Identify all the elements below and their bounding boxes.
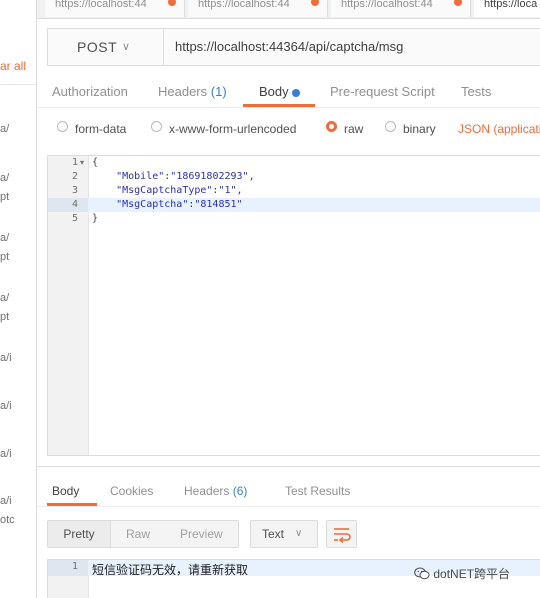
history-item-fragment[interactable]: a/: [0, 123, 9, 135]
code-line: "Mobile":"18691802293",: [116, 171, 255, 182]
request-tab-label: https://localhost:44: [55, 0, 147, 10]
history-item-fragment[interactable]: a/i: [0, 495, 12, 507]
url-bar: POST ∨ https://localhost:44364/api/captc…: [47, 28, 540, 66]
history-item-fragment[interactable]: a/i: [0, 400, 12, 412]
line-number: 4: [71, 199, 78, 210]
request-tab-strip: https://localhost:44 https://localhost:4…: [37, 0, 540, 19]
request-body-editor[interactable]: 1 ▾ 2 3 4 5 { "Mobile":"18691802293", "M…: [47, 155, 540, 456]
response-tab-headers-label: Headers: [184, 484, 230, 498]
binary-label[interactable]: binary: [403, 122, 436, 136]
fold-arrow-icon[interactable]: ▾: [80, 158, 84, 167]
view-mode-group: Pretty Raw Preview: [47, 520, 239, 548]
history-item-fragment[interactable]: otc: [0, 514, 15, 526]
request-tab-label: https://localhost:44: [198, 0, 290, 10]
response-headers-count: (6): [232, 484, 248, 498]
tab-authorization[interactable]: Authorization: [52, 84, 128, 99]
request-tab-active[interactable]: https://loca: [474, 0, 540, 17]
wechat-icon: [414, 567, 430, 580]
view-raw-button[interactable]: Raw: [126, 521, 150, 547]
request-tab-label: https://localhost:44: [341, 0, 433, 10]
watermark: dotNET跨平台: [414, 565, 510, 582]
response-format-label: Text: [262, 527, 285, 541]
request-tab-label: https://loca: [484, 0, 538, 10]
json-value: "1": [218, 185, 237, 196]
unsaved-dot-icon: [454, 0, 462, 6]
tab-divider: [37, 107, 540, 108]
url-input[interactable]: https://localhost:44364/api/captcha/msg: [175, 29, 403, 65]
history-item-fragment[interactable]: pt: [0, 251, 9, 263]
history-item-fragment[interactable]: pt: [0, 311, 9, 323]
history-item-fragment[interactable]: a/: [0, 292, 9, 304]
view-preview-button[interactable]: Preview: [180, 521, 223, 547]
content-type-select[interactable]: JSON (applicatio: [458, 122, 540, 136]
json-key: "MsgCaptchaType": [116, 185, 213, 196]
body-modified-dot-icon: [292, 89, 300, 97]
response-divider: [37, 466, 540, 467]
view-pretty-button[interactable]: Pretty: [48, 521, 111, 547]
history-item-fragment[interactable]: a/: [0, 232, 9, 244]
tab-headers-label: Headers: [158, 84, 208, 99]
history-item-fragment[interactable]: pt: [0, 191, 9, 203]
tab-headers[interactable]: Headers (1): [158, 84, 227, 99]
request-tab[interactable]: https://localhost:44: [188, 0, 328, 17]
chevron-down-icon: ∨: [122, 41, 131, 53]
response-tab-test-results[interactable]: Test Results: [285, 484, 350, 498]
history-item-fragment[interactable]: a/: [0, 172, 9, 184]
response-format-select[interactable]: Text ∨: [250, 520, 318, 548]
chevron-down-icon: ∨: [295, 528, 303, 539]
line-number: 1: [71, 157, 78, 168]
raw-radio[interactable]: [326, 121, 337, 132]
binary-radio[interactable]: [385, 121, 396, 132]
response-text: 短信验证码无效，请重新获取: [92, 563, 249, 577]
tab-body[interactable]: Body: [259, 84, 289, 99]
json-value: "814851": [194, 199, 243, 210]
method-select[interactable]: POST ∨: [48, 29, 164, 65]
wrap-lines-icon: [334, 528, 351, 544]
history-item-fragment[interactable]: a/i: [0, 352, 12, 364]
json-value: "18691802293": [170, 171, 249, 182]
json-key: "MsgCaptcha": [116, 199, 189, 210]
response-tab-divider: [37, 506, 540, 507]
headers-count: (1): [210, 84, 227, 99]
request-tab[interactable]: https://localhost:44: [331, 0, 471, 17]
line-number: 2: [71, 171, 78, 182]
wrap-lines-button[interactable]: [326, 520, 357, 548]
unsaved-dot-icon: [311, 0, 319, 6]
clear-all-link[interactable]: ar all: [0, 59, 26, 73]
request-tab[interactable]: https://localhost:44: [45, 0, 185, 17]
response-tab-body[interactable]: Body: [52, 484, 79, 498]
history-item-fragment[interactable]: a/i: [0, 448, 12, 460]
urlencoded-label[interactable]: x-www-form-urlencoded: [169, 122, 296, 136]
unsaved-dot-icon: [168, 0, 176, 6]
raw-label[interactable]: raw: [344, 122, 363, 136]
code-line: "MsgCaptcha":"814851": [116, 199, 243, 210]
line-number: 3: [71, 185, 78, 196]
code-line: {: [92, 157, 99, 168]
code-line: "MsgCaptchaType":"1",: [116, 185, 243, 196]
line-number: 5: [71, 213, 78, 224]
tab-tests[interactable]: Tests: [461, 84, 491, 99]
watermark-text: dotNET跨平台: [433, 567, 511, 581]
sidebar: ar all a/ a/ pt a/ pt a/ pt a/i a/i a/i …: [0, 0, 37, 598]
response-tab-headers[interactable]: Headers (6): [184, 484, 247, 498]
form-data-radio[interactable]: [57, 121, 68, 132]
method-label: POST: [77, 39, 118, 55]
sidebar-divider: [0, 84, 36, 85]
tab-pre-request-script[interactable]: Pre-request Script: [330, 84, 435, 99]
response-tab-cookies[interactable]: Cookies: [110, 484, 153, 498]
urlencoded-radio[interactable]: [151, 121, 162, 132]
code-line: }: [92, 213, 99, 224]
form-data-label[interactable]: form-data: [75, 122, 126, 136]
line-number: 1: [71, 561, 78, 572]
json-key: "Mobile": [116, 171, 165, 182]
